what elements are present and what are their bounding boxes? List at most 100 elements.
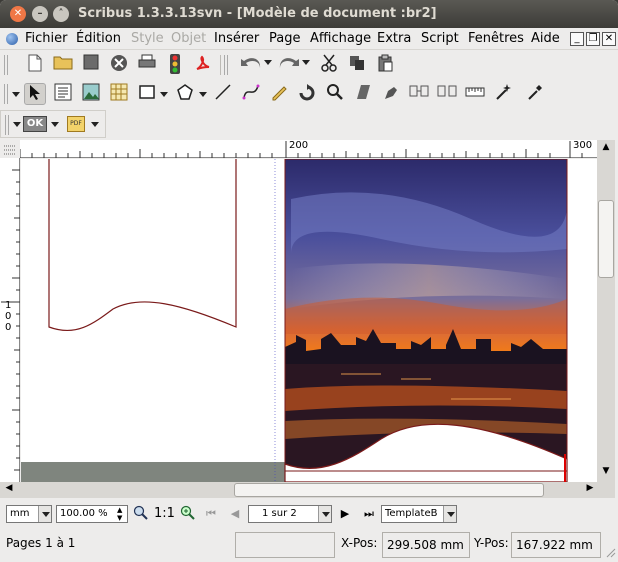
new-document-icon[interactable] <box>24 54 46 76</box>
measurements-icon[interactable] <box>464 83 486 105</box>
horizontal-scroll-thumb[interactable] <box>234 483 544 497</box>
horizontal-ruler[interactable]: 200 300 <box>19 140 597 158</box>
polygon-dropdown-icon[interactable] <box>199 92 207 97</box>
layer-select[interactable]: TemplateB <box>381 505 457 523</box>
scroll-down-icon[interactable]: ▼ <box>599 466 613 480</box>
shape-dropdown-icon[interactable] <box>160 92 168 97</box>
copy-icon[interactable] <box>346 54 368 76</box>
resize-grip-icon[interactable] <box>604 546 616 558</box>
select-pointer-icon[interactable] <box>24 83 46 105</box>
pdf-push-button-icon[interactable]: OK <box>23 113 47 135</box>
close-window-button[interactable]: ✕ <box>10 6 26 22</box>
zoom-spinner-icon[interactable]: ▲ ▼ <box>117 506 127 522</box>
redo-icon[interactable] <box>278 54 300 76</box>
menu-script[interactable]: Script <box>421 31 459 46</box>
cut-scissors-icon[interactable] <box>318 54 340 76</box>
pdf-annotation-icon[interactable]: PDF <box>65 113 87 135</box>
zoom-reset-button[interactable]: 1:1 <box>154 506 175 521</box>
chevron-down-icon <box>38 506 51 522</box>
pdf-tools-toolbar: OK PDF <box>0 110 106 138</box>
magic-wand-icon[interactable] <box>492 83 514 105</box>
menu-style[interactable]: Style <box>131 31 164 46</box>
image-frame-icon[interactable] <box>80 83 102 105</box>
horizontal-scrollbar[interactable]: ◀ ▶ <box>0 482 615 498</box>
freehand-pencil-icon[interactable] <box>268 83 290 105</box>
sunset-photo-frame[interactable] <box>285 159 567 469</box>
tools-toolbar <box>0 80 618 108</box>
unlink-text-frames-icon[interactable] <box>436 83 458 105</box>
redo-dropdown-icon[interactable] <box>302 60 310 65</box>
preflight-traffic-light-icon[interactable] <box>164 54 186 76</box>
rectangle-shape-icon[interactable] <box>136 83 158 105</box>
bezier-curve-icon[interactable] <box>240 83 262 105</box>
scroll-right-icon[interactable]: ▶ <box>583 483 597 497</box>
menu-fenetres[interactable]: Fenêtres <box>468 31 524 46</box>
menu-edition[interactable]: Édition <box>76 31 121 46</box>
gray-band-shape[interactable] <box>21 462 285 482</box>
eyedropper-icon[interactable] <box>524 83 546 105</box>
scroll-up-icon[interactable]: ▲ <box>599 142 613 156</box>
toolbar-grip[interactable] <box>224 55 228 75</box>
pdf-fields-dropdown-icon[interactable] <box>51 122 59 127</box>
menu-inserer[interactable]: Insérer <box>214 31 259 46</box>
template-value: TemplateB <box>385 508 438 519</box>
table-icon[interactable] <box>108 83 130 105</box>
mdi-minimize-icon[interactable]: _ <box>570 32 584 46</box>
menu-fichier[interactable]: Fichier <box>25 31 68 46</box>
view-navigation-bar: mm 100.00 % ▲ ▼ 1:1 ⏮ ◀ 1 sur 2 ▶ ⏭ Templ… <box>0 502 618 526</box>
vertical-scrollbar[interactable]: ▲ ▼ <box>597 140 615 482</box>
app-window: ✕ – ˄ Scribus 1.3.3.13svn - [Modèle de d… <box>0 0 618 562</box>
mdi-close-icon[interactable]: ✕ <box>602 32 616 46</box>
pdf-tools-menu-dropdown-icon[interactable] <box>13 122 21 127</box>
title-bar: ✕ – ˄ Scribus 1.3.3.13svn - [Modèle de d… <box>0 0 618 28</box>
toolbar-grip[interactable] <box>4 84 8 104</box>
tools-menu-dropdown-icon[interactable] <box>12 92 20 97</box>
document-canvas[interactable] <box>21 159 597 482</box>
paste-icon[interactable] <box>374 54 396 76</box>
edit-contents-icon[interactable] <box>352 83 374 105</box>
maximize-window-button[interactable]: ˄ <box>53 6 69 22</box>
ruler-corner[interactable] <box>0 140 20 158</box>
scribus-app-icon[interactable] <box>6 33 18 45</box>
scroll-left-icon[interactable]: ◀ <box>2 483 16 497</box>
edit-text-icon[interactable] <box>380 83 402 105</box>
vertical-scroll-thumb[interactable] <box>598 200 614 278</box>
xpos-value: 299.508 mm <box>382 532 470 558</box>
unit-select[interactable]: mm <box>6 505 52 523</box>
menu-page[interactable]: Page <box>269 31 300 46</box>
polygon-icon[interactable] <box>174 83 196 105</box>
zoom-in-icon[interactable] <box>179 505 197 523</box>
line-icon[interactable] <box>212 83 234 105</box>
menu-objet[interactable]: Objet <box>171 31 206 46</box>
wave-text-frame-shape[interactable] <box>48 159 237 332</box>
text-frame-icon[interactable] <box>52 83 74 105</box>
rotate-item-icon[interactable] <box>296 83 318 105</box>
ypos-value: 167.922 mm <box>511 532 601 558</box>
menu-extra[interactable]: Extra <box>377 31 411 46</box>
zoom-out-icon[interactable] <box>132 505 150 523</box>
undo-icon[interactable] <box>240 54 262 76</box>
menu-aide[interactable]: Aide <box>531 31 560 46</box>
close-document-icon[interactable] <box>108 54 130 76</box>
ruler-label-200: 200 <box>289 140 309 151</box>
mdi-restore-icon[interactable]: ❐ <box>586 32 600 46</box>
first-page-icon[interactable]: ⏮ <box>202 505 220 523</box>
toolbar-grip[interactable] <box>4 55 8 75</box>
minimize-window-button[interactable]: – <box>32 6 48 22</box>
vertical-ruler[interactable]: 100 <box>0 158 20 482</box>
print-icon[interactable] <box>136 54 158 76</box>
last-page-icon[interactable]: ⏭ <box>360 505 378 523</box>
menu-bar: Fichier Édition Style Objet Insérer Page… <box>0 28 618 50</box>
link-text-frames-icon[interactable] <box>408 83 430 105</box>
pdf-annotation-dropdown-icon[interactable] <box>91 122 99 127</box>
save-icon[interactable] <box>80 54 102 76</box>
open-folder-icon[interactable] <box>52 54 74 76</box>
next-page-icon[interactable]: ▶ <box>336 505 354 523</box>
export-pdf-icon[interactable] <box>192 54 214 76</box>
menu-affichage[interactable]: Affichage <box>310 31 371 46</box>
zoom-magnifier-icon[interactable] <box>324 83 346 105</box>
page-select[interactable]: 1 sur 2 <box>248 505 332 523</box>
undo-dropdown-icon[interactable] <box>264 60 272 65</box>
previous-page-icon[interactable]: ◀ <box>226 505 244 523</box>
toolbar-grip[interactable] <box>5 115 9 135</box>
